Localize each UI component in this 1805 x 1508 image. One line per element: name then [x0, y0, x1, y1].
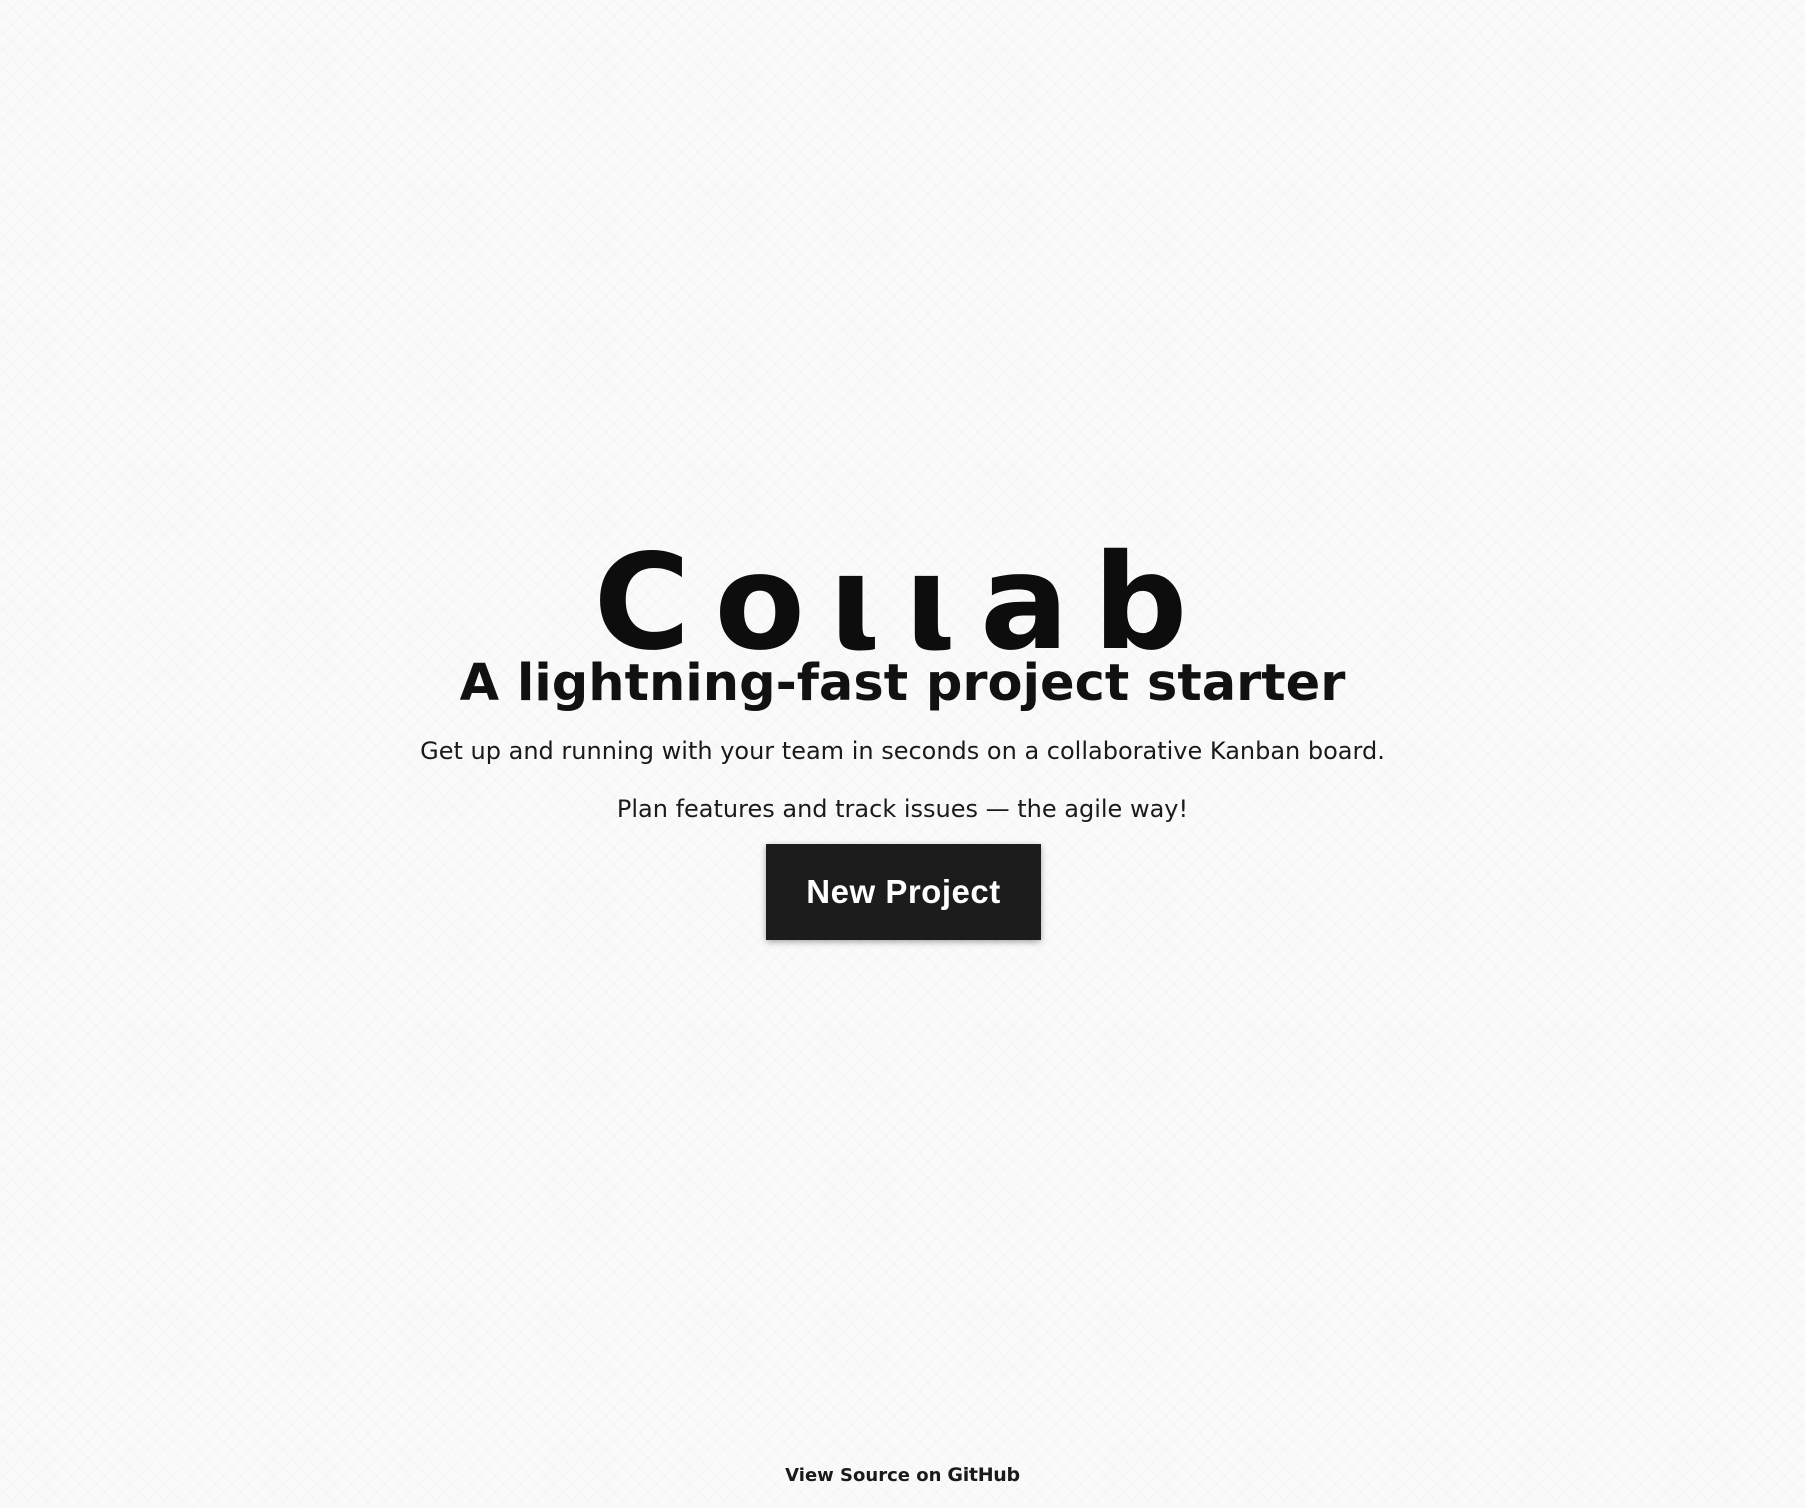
description-line-1: Get up and running with your team in sec…: [420, 737, 1385, 765]
footer: View Source on GitHub: [0, 1462, 1805, 1489]
new-project-button[interactable]: New Project: [766, 844, 1041, 940]
tagline: A lightning-fast project starter: [459, 654, 1346, 714]
footer-prefix: View Source on: [785, 1465, 942, 1486]
github-link[interactable]: GitHub: [947, 1464, 1020, 1486]
description-line-2: Plan features and track issues — the agi…: [616, 795, 1189, 823]
